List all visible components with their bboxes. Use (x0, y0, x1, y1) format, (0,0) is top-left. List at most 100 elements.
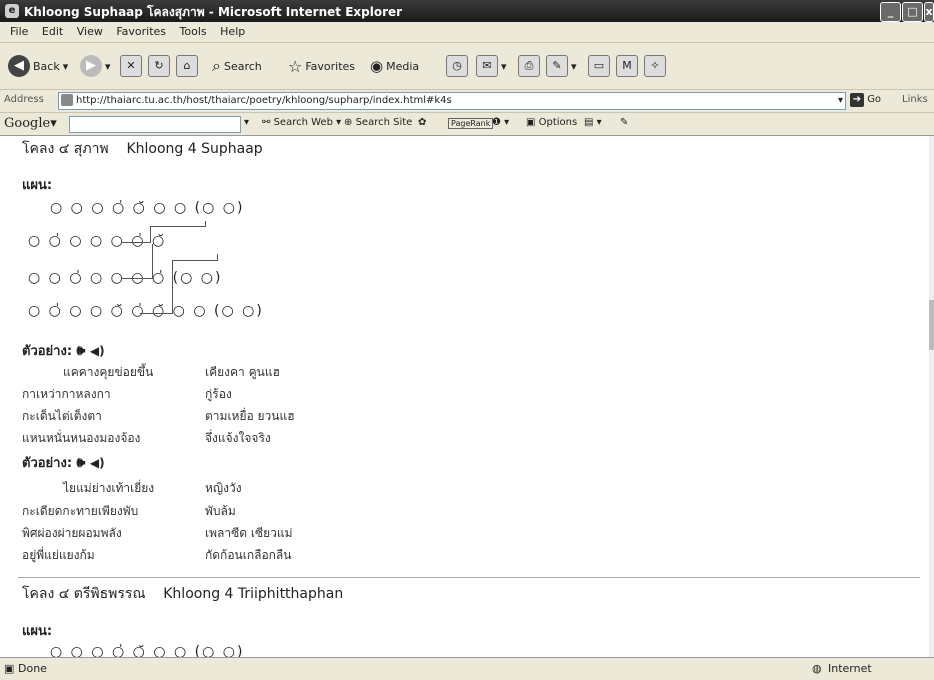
title-bar: e Khloong Suphaap โคลงสุภาพ - Microsoft … (0, 0, 934, 22)
zone-text: Internet (828, 662, 872, 675)
address-dropdown-icon[interactable]: ▾ (838, 93, 843, 109)
rhyme-connector (172, 260, 217, 261)
rhyme-connector (217, 254, 218, 261)
discuss-button[interactable]: ▭ (588, 55, 610, 77)
search-button[interactable]: ⌕ Search (212, 51, 262, 81)
verse2-line4-a: อยู่พี่แย่แยงก้ม (22, 548, 95, 562)
verse1-line1-a: แคคางคุยข่อยขึ้น (63, 365, 154, 379)
edit-icon: ✎ (546, 55, 568, 77)
search-web-button[interactable]: ⚯ Search Web ▾ (262, 117, 341, 128)
google-search-dropdown-icon[interactable]: ▾ (244, 117, 249, 128)
page-done-icon: ▣ (4, 662, 15, 675)
menu-help[interactable]: Help (220, 22, 245, 42)
rhyme-connector (172, 260, 173, 314)
options-icon: ▣ (526, 117, 536, 128)
rhyme-connector (122, 278, 152, 279)
menu-bar: File Edit View Favorites Tools Help (0, 22, 934, 43)
section-divider (18, 577, 920, 578)
minimize-button[interactable]: _ (880, 2, 901, 22)
verse2-line2-b: พับล้ม (205, 504, 236, 518)
sound-file-icon[interactable]: ◀) (90, 456, 105, 470)
back-arrow-icon: ◀ (8, 55, 30, 77)
status-text: Done (18, 662, 47, 675)
blocker-button[interactable]: ▤ ▾ (584, 117, 602, 128)
rhyme-connector (140, 313, 172, 314)
verse1-line2-a: กาเหว่ากาหลงกา (22, 387, 111, 401)
verse2-line1-a: ไยแม่ย่างเท้าเยี่ยง (63, 481, 155, 495)
scrollbar-thumb[interactable] (929, 300, 934, 350)
media-button[interactable]: ◉ Media (370, 51, 419, 81)
verse1-line1-b: เคียงคา คูนแฮ (205, 365, 280, 379)
example-label-1: ตัวอย่าง: 🕪 ◀) (22, 343, 105, 359)
links-button[interactable]: Links (902, 94, 928, 105)
back-button[interactable]: ◀ Back ▾ (8, 51, 68, 81)
home-button[interactable]: ⌂ (176, 55, 198, 77)
window-title: Khloong Suphaap โคลงสุภาพ - Microsoft In… (24, 5, 403, 19)
verse1-line3-a: กะเด็นไต่เต็งตา (22, 409, 102, 423)
history-button[interactable]: ◷ (446, 55, 468, 77)
search-site-button[interactable]: ⊕ Search Site (344, 117, 412, 128)
menu-view[interactable]: View (77, 22, 103, 42)
maximize-button[interactable]: □ (902, 2, 923, 22)
google-logo[interactable]: Google▾ (4, 116, 57, 131)
close-button[interactable]: x (924, 2, 934, 22)
forward-button[interactable]: ▶ ▾ (80, 51, 111, 81)
standard-toolbar: ◀ Back ▾ ▶ ▾ ✕ ↻ ⌂ ⌕ Search ☆ Favorites ◉ … (0, 43, 934, 90)
page-content: โคลง ๔ สุภาพ Khloong 4 Suphaap แผน: ○ ○ … (0, 136, 929, 657)
status-bar: ▣ Done ◍ Internet (0, 657, 934, 680)
favorites-button[interactable]: ☆ Favorites (288, 51, 355, 81)
info-button[interactable]: ❶ ▾ (492, 117, 509, 128)
star-icon: ☆ (288, 56, 303, 76)
edit-button[interactable]: ✎ ▾ (546, 51, 577, 81)
refresh-button[interactable]: ↻ (148, 55, 170, 77)
media-icon: ◉ (370, 57, 384, 75)
section1-title: โคลง ๔ สุภาพ Khloong 4 Suphaap (22, 141, 263, 157)
rhyme-connector (150, 226, 205, 227)
audio-speaker-icon[interactable]: 🕪 (77, 455, 86, 471)
highlight-pen-icon[interactable]: ✎ (620, 117, 628, 128)
plan-label: แผน: (22, 178, 53, 193)
sound-file-icon[interactable]: ◀) (90, 344, 105, 358)
address-input[interactable]: http://thaiarc.tu.ac.th/host/thaiarc/poe… (58, 92, 846, 110)
vertical-scrollbar[interactable] (929, 136, 934, 657)
plan-line-4: ○ ○̍ ○ ○ ○̆ ○̍ ○̆ ○ ○ (○ ○) (28, 303, 264, 319)
forward-arrow-icon: ▶ (80, 55, 102, 77)
address-label: Address (4, 94, 44, 105)
verse1-line4-a: แหนหนั่นหนองมองจ้อง (22, 431, 141, 445)
news-button[interactable]: ✿ (418, 117, 426, 128)
verse1-line2-b: กู่ร้อง (205, 387, 232, 401)
mail-button[interactable]: ✉ ▾ (476, 51, 507, 81)
section2-title: โคลง ๔ ตรีพิธพรรณ Khloong 4 Triiphitthap… (22, 586, 344, 602)
menu-edit[interactable]: Edit (42, 22, 63, 42)
stop-button[interactable]: ✕ (120, 55, 142, 77)
go-button[interactable]: ➔ Go (850, 93, 881, 107)
plan-label-2: แผน: (22, 624, 53, 639)
address-bar: Address http://thaiarc.tu.ac.th/host/tha… (0, 90, 934, 113)
audio-speaker-icon[interactable]: 🕪 (77, 343, 86, 359)
plan-line-partial: ○ ○ ○ ○̍ ○̆ ○ ○ (○ ○) (50, 644, 245, 657)
options-button[interactable]: ▣ Options (526, 117, 577, 128)
messenger-button[interactable]: M (616, 55, 638, 77)
rhyme-connector (150, 226, 151, 243)
verse1-line4-b: จึ่งแจ้งใจจริง (205, 431, 271, 445)
menu-tools[interactable]: Tools (180, 22, 207, 42)
menu-file[interactable]: File (10, 22, 28, 42)
verse2-line3-a: พิศผ่องผ่ายผอมพลัง (22, 526, 122, 540)
rhyme-connector (122, 242, 150, 243)
pagerank-indicator: PageRank (448, 118, 494, 129)
verse2-line2-a: กะเดียดกะทายเพียงพับ (22, 504, 139, 518)
print-button[interactable]: ⎙ (518, 55, 540, 77)
google-search-input[interactable] (69, 116, 241, 133)
research-button[interactable]: ✧ (644, 55, 666, 77)
verse1-line3-b: ตามเหยื่อ ยวนแฮ (205, 409, 295, 423)
info-icon: ❶ (492, 117, 501, 128)
site-search-icon: ⊕ (344, 117, 353, 128)
example-label-2: ตัวอย่าง: 🕪 ◀) (22, 455, 105, 471)
rhyme-connector (152, 244, 153, 279)
menu-favorites[interactable]: Favorites (116, 22, 166, 42)
verse2-line1-b: หญิงวัง (205, 481, 242, 495)
page-icon (61, 94, 73, 106)
plan-line-1: ○ ○ ○ ○̍ ○̆ ○ ○ (○ ○) (50, 200, 245, 216)
google-toolbar: Google▾ ▾ ⚯ Search Web ▾ ⊕ Search Site ✿… (0, 113, 934, 136)
internet-zone-icon: ◍ (812, 662, 822, 675)
